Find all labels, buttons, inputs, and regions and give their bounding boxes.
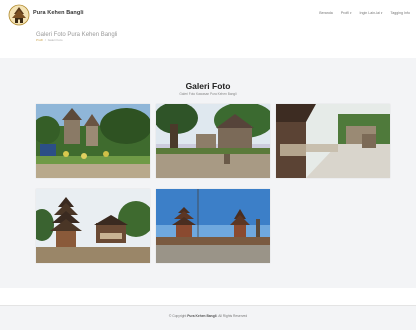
nav-label: Ingin Lain-lai	[359, 11, 380, 15]
main-nav: Beranda Profil▾ Ingin Lain-lai▾ Tagging …	[319, 11, 410, 15]
nav-item-profil[interactable]: Profil▾	[341, 11, 352, 15]
brand-name[interactable]: Pura Kehen Bangli	[33, 10, 84, 16]
temple-emblem-icon[interactable]	[8, 4, 30, 26]
footer-copyright: © Copyright Pura Kehen Bangli. All Right…	[168, 314, 248, 318]
gallery-photo[interactable]	[156, 189, 270, 263]
chevron-down-icon: ▾	[380, 11, 383, 15]
copyright-rights: All Rights Reserved	[218, 314, 248, 318]
gallery-title: Galeri Foto	[185, 80, 231, 91]
gallery-photo[interactable]	[36, 189, 150, 263]
breadcrumb-current: Galeri Foto	[47, 38, 63, 42]
gallery-photo[interactable]	[36, 104, 150, 178]
footer-site-name: Pura Kehen Bangli	[187, 314, 217, 318]
gallery-photo[interactable]	[156, 104, 270, 178]
copyright-prefix: © Copyright	[168, 314, 187, 318]
nav-label: Profil	[340, 11, 349, 15]
nav-item-info[interactable]: Tagging Info	[390, 11, 410, 15]
breadcrumb-separator: /	[44, 38, 46, 42]
breadcrumb: Profil / Galeri Foto	[36, 38, 63, 42]
nav-item-beranda[interactable]: Beranda	[319, 11, 333, 15]
gallery-subtitle: Galeri Foto Kawasan Pura Kehen Bangli	[179, 92, 237, 97]
gallery-photo[interactable]	[276, 104, 390, 178]
navbar: Pura Kehen Bangli Beranda Profil▾ Ingin …	[0, 0, 416, 31]
nav-label: Tagging Info	[390, 11, 410, 15]
chevron-down-icon: ▾	[349, 11, 352, 15]
nav-item-lainnya[interactable]: Ingin Lain-lai▾	[360, 11, 383, 15]
breadcrumb-home-link[interactable]: Profil	[36, 38, 43, 42]
nav-label: Beranda	[319, 11, 333, 15]
